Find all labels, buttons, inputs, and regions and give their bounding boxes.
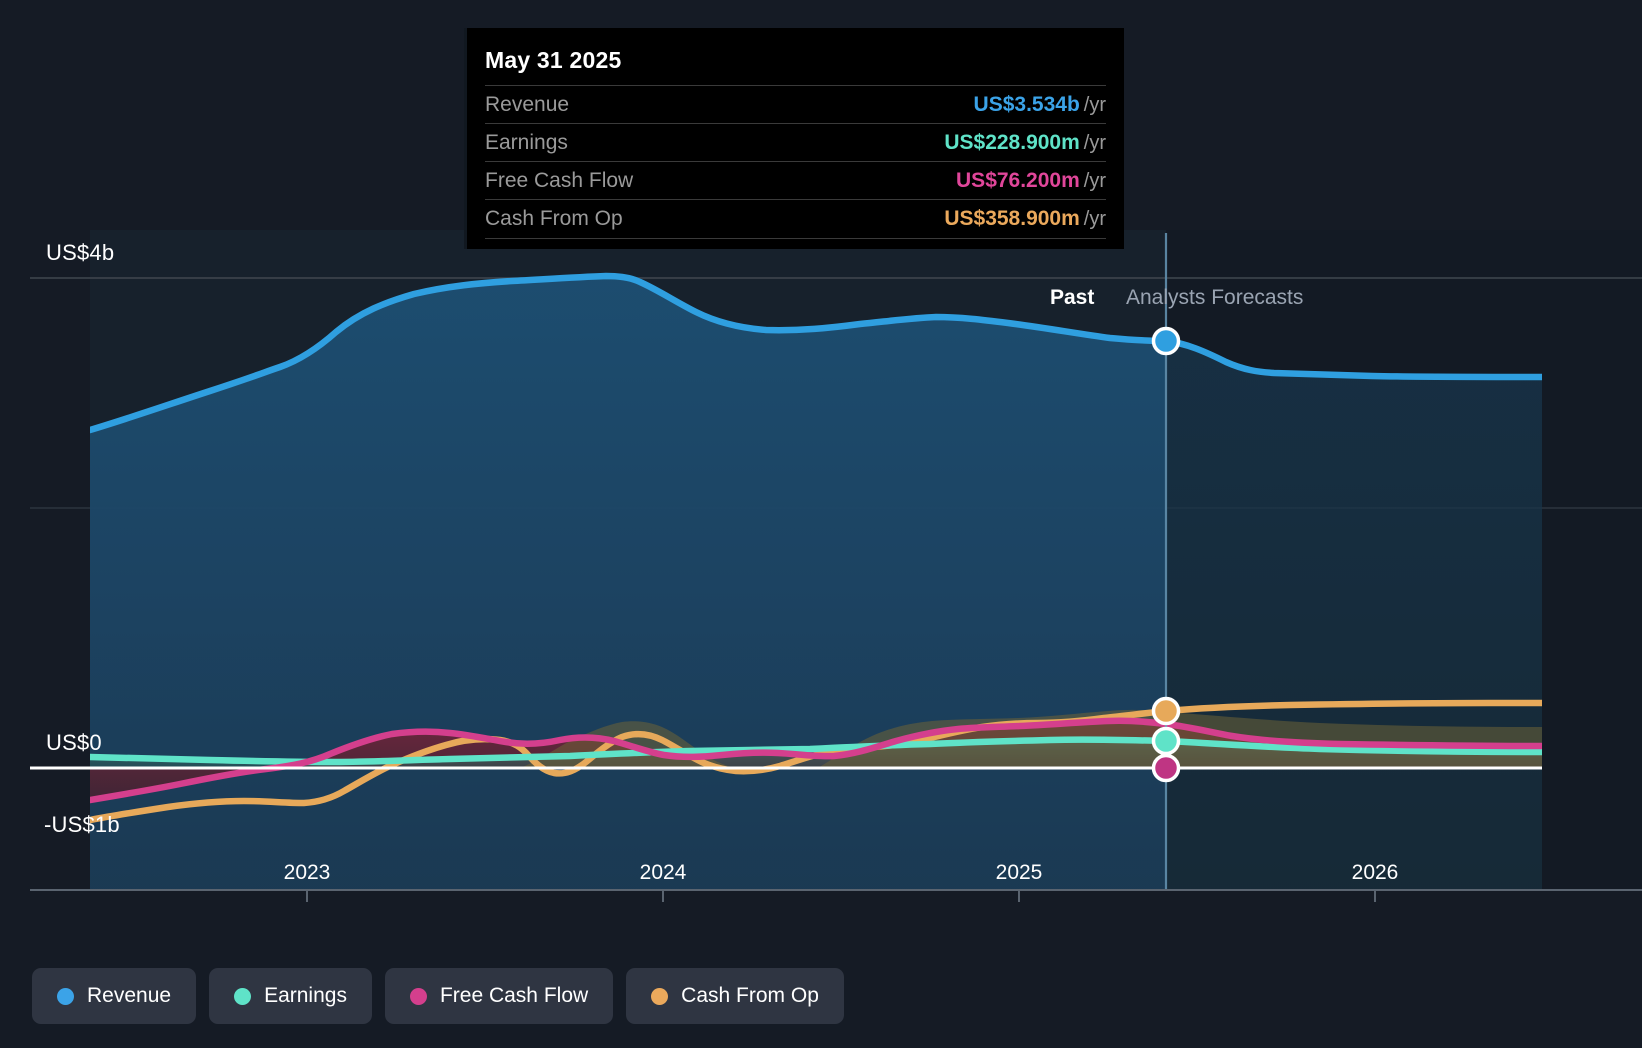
revenue-area-forecast <box>1166 341 1542 890</box>
tooltip-value-earnings: US$228.900m <box>944 131 1080 154</box>
legend-label-revenue: Revenue <box>87 984 172 1007</box>
earnings-color-dot-icon <box>234 987 252 1005</box>
tooltip-value-free-cash-flow: US$76.200m <box>956 169 1080 192</box>
tooltip-unit-revenue: /yr <box>1083 94 1106 116</box>
tooltip-unit-free-cash-flow: /yr <box>1083 170 1106 192</box>
cash-from-op-color-dot-icon <box>651 987 669 1005</box>
chart-page: US$4b US$0 -US$1b 2023 2024 2025 2026 Pa… <box>0 0 1642 1048</box>
x-axis-label-2023: 2023 <box>283 861 331 884</box>
tooltip-row-earnings: Earnings US$228.900m/yr <box>485 123 1106 161</box>
y-axis-label-zero: US$0 <box>46 730 102 755</box>
legend-label-cash-from-op: Cash From Op <box>681 984 819 1007</box>
tooltip-label-free-cash-flow: Free Cash Flow <box>485 169 634 192</box>
legend-item-earnings[interactable]: Earnings <box>209 968 372 1024</box>
tooltip-row-free-cash-flow: Free Cash Flow US$76.200m/yr <box>485 161 1106 199</box>
legend-label-earnings: Earnings <box>264 984 347 1007</box>
marker-earnings[interactable] <box>1151 726 1181 756</box>
chart-legend: Revenue Earnings Free Cash Flow Cash Fro… <box>32 968 844 1024</box>
y-axis-label-bottom: -US$1b <box>44 812 120 837</box>
free-cash-flow-color-dot-icon <box>409 987 427 1005</box>
chart-tooltip: May 31 2025 Revenue US$3.534b/yr Earning… <box>464 28 1124 249</box>
tooltip-label-cash-from-op: Cash From Op <box>485 207 623 230</box>
tooltip-value-revenue: US$3.534b <box>973 93 1080 116</box>
y-axis-label-top: US$4b <box>46 240 115 265</box>
tooltip-row-cash-from-op: Cash From Op US$358.900m/yr <box>485 199 1106 237</box>
revenue-color-dot-icon <box>57 987 74 1005</box>
forecast-band-label: Analysts Forecasts <box>1126 286 1304 309</box>
tooltip-label-revenue: Revenue <box>485 93 570 116</box>
marker-revenue[interactable] <box>1151 326 1181 356</box>
marker-free-cash-flow[interactable] <box>1151 753 1181 783</box>
legend-item-revenue[interactable]: Revenue <box>32 968 197 1024</box>
tooltip-row-revenue: Revenue US$3.534b/yr <box>485 85 1106 123</box>
legend-label-free-cash-flow: Free Cash Flow <box>439 984 589 1007</box>
tooltip-date: May 31 2025 <box>485 47 622 73</box>
legend-item-cash-from-op[interactable]: Cash From Op <box>626 968 844 1024</box>
tooltip-bottom-rule <box>485 238 1106 239</box>
tooltip-unit-cash-from-op: /yr <box>1083 208 1106 230</box>
x-axis-label-2024: 2024 <box>639 861 687 884</box>
marker-cash-from-op[interactable] <box>1151 696 1181 726</box>
legend-item-free-cash-flow[interactable]: Free Cash Flow <box>384 968 614 1024</box>
tooltip-value-cash-from-op: US$358.900m <box>944 207 1080 230</box>
x-axis-label-2025: 2025 <box>995 861 1043 884</box>
tooltip-label-earnings: Earnings <box>485 131 568 154</box>
x-axis-label-2026: 2026 <box>1351 861 1399 884</box>
tooltip-unit-earnings: /yr <box>1083 132 1106 154</box>
